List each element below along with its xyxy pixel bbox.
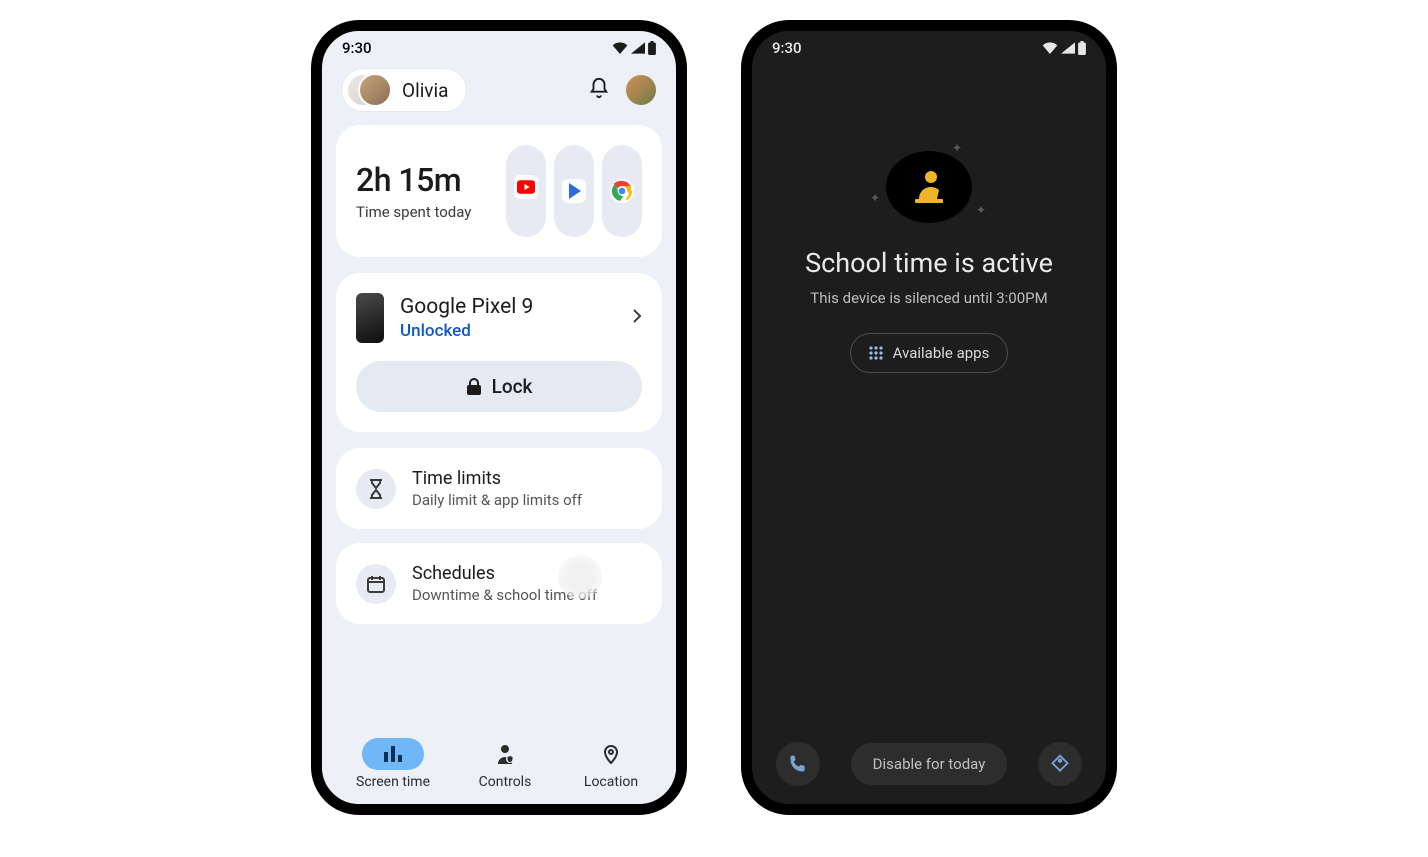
device-row[interactable]: Google Pixel 9 Unlocked: [356, 293, 642, 343]
profile-chip[interactable]: Olivia: [342, 69, 466, 111]
device-thumbnail: [356, 293, 384, 343]
reading-person-icon: [909, 167, 949, 207]
device-card: Google Pixel 9 Unlocked Lock: [336, 273, 662, 432]
hourglass-icon: [356, 469, 396, 509]
phone-icon: [788, 754, 808, 774]
phone-family-link: 9:30 Olivia 2h 15m Time spent today: [311, 20, 687, 815]
status-time: 9:30: [772, 39, 802, 57]
available-apps-label: Available apps: [893, 344, 990, 362]
school-time-title: School time is active: [805, 247, 1053, 279]
bar-chart-icon: [362, 738, 424, 770]
sparkle-icon: ✦: [870, 191, 880, 205]
status-icons: [612, 41, 656, 55]
location-pin-icon: [580, 738, 642, 770]
nav-controls[interactable]: Controls: [474, 738, 536, 790]
chrome-icon: [610, 179, 634, 203]
signal-icon: [1061, 42, 1075, 54]
status-time: 9:30: [342, 39, 372, 57]
nav-location[interactable]: Location: [580, 738, 642, 790]
time-limits-title: Time limits: [412, 468, 582, 489]
disable-label: Disable for today: [873, 755, 986, 773]
lock-label: Lock: [492, 375, 533, 398]
app-pill-youtube[interactable]: [506, 145, 546, 237]
play-icon: [562, 179, 586, 203]
wifi-icon: [612, 42, 628, 54]
apps-grid-icon: [869, 346, 883, 360]
nav-label: Location: [584, 774, 638, 790]
bottom-nav: Screen time Controls Location: [322, 732, 676, 804]
device-status: Unlocked: [400, 321, 533, 341]
account-avatar[interactable]: [626, 75, 656, 105]
tag-icon: [1050, 754, 1070, 774]
top-apps: [506, 145, 642, 237]
youtube-icon: [514, 175, 538, 199]
device-name: Google Pixel 9: [400, 295, 533, 319]
nav-label: Screen time: [356, 774, 430, 790]
profile-name: Olivia: [402, 79, 448, 102]
touch-ripple: [558, 555, 602, 599]
calendar-icon: [356, 564, 396, 604]
sparkle-icon: ✦: [952, 141, 962, 155]
time-limits-row[interactable]: Time limits Daily limit & app limits off: [336, 448, 662, 529]
nav-label: Controls: [479, 774, 532, 790]
disable-for-today-button[interactable]: Disable for today: [851, 743, 1008, 785]
available-apps-button[interactable]: Available apps: [850, 333, 1009, 373]
app-pill-chrome[interactable]: [602, 145, 642, 237]
lock-button[interactable]: Lock: [356, 361, 642, 412]
app-pill-play[interactable]: [554, 145, 594, 237]
schedules-row[interactable]: Schedules Downtime & school time off: [336, 543, 662, 624]
school-time-subtitle: This device is silenced until 3:00PM: [810, 289, 1047, 307]
school-time-illustration: ✦ ✦ ✦: [886, 151, 972, 223]
signal-icon: [631, 42, 645, 54]
tag-button[interactable]: [1038, 742, 1082, 786]
chevron-right-icon: [632, 308, 642, 328]
school-time-bottom-bar: Disable for today: [752, 742, 1106, 786]
bell-icon[interactable]: [588, 77, 610, 103]
phone-call-button[interactable]: [776, 742, 820, 786]
battery-icon: [648, 41, 656, 55]
status-icons: [1042, 41, 1086, 55]
avatar-stack: [346, 73, 392, 107]
screen-time-value: 2h 15m: [356, 161, 471, 199]
status-bar: 9:30: [752, 31, 1106, 61]
phone-school-time: 9:30 ✦ ✦ ✦ School time is active This de…: [741, 20, 1117, 815]
battery-icon: [1078, 41, 1086, 55]
wifi-icon: [1042, 42, 1058, 54]
status-bar: 9:30: [322, 31, 676, 61]
lock-icon: [466, 378, 482, 396]
avatar: [358, 73, 392, 107]
screen-time-card[interactable]: 2h 15m Time spent today: [336, 125, 662, 257]
screen-time-label: Time spent today: [356, 203, 471, 221]
sparkle-icon: ✦: [976, 203, 986, 217]
nav-screen-time[interactable]: Screen time: [356, 738, 430, 790]
app-header: Olivia: [322, 61, 676, 125]
person-shield-icon: [474, 738, 536, 770]
time-limits-subtitle: Daily limit & app limits off: [412, 491, 582, 509]
